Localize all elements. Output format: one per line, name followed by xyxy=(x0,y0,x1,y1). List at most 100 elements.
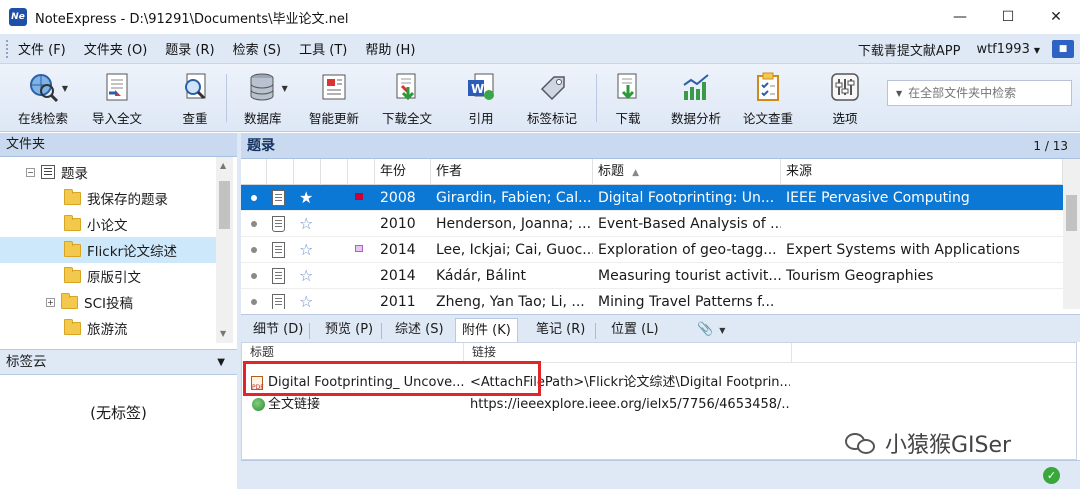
download-button[interactable]: 下载 xyxy=(611,70,645,128)
col-read-header[interactable] xyxy=(241,159,267,185)
web-link-icon xyxy=(252,398,265,411)
smart-update-label: 智能更新 xyxy=(309,111,360,126)
attach-title: 全文链接 xyxy=(268,397,321,412)
paper-check-button[interactable]: 论文查重 xyxy=(743,70,793,128)
flag-icon xyxy=(355,245,363,252)
menu-help[interactable]: 帮助 (H) xyxy=(356,39,424,58)
col-flag-header[interactable] xyxy=(348,159,375,185)
minimize-button[interactable]: — xyxy=(936,0,984,34)
tree-item-sci-submission[interactable]: + SCI投稿 xyxy=(46,289,133,315)
col-title-header[interactable]: 标题 ▲ xyxy=(593,159,781,185)
scroll-up-icon[interactable]: ▲ xyxy=(220,161,226,170)
download-fulltext-label: 下载全文 xyxy=(382,111,433,126)
tab-separator xyxy=(309,323,310,339)
menu-record[interactable]: 题录 (R) xyxy=(156,39,223,58)
expand-icon[interactable]: + xyxy=(46,297,55,307)
magnifier-doc-icon xyxy=(178,70,212,104)
tab-details[interactable]: 细节 (D) xyxy=(247,318,309,343)
tab-preview[interactable]: 预览 (P) xyxy=(319,318,379,343)
tab-notes[interactable]: 笔记 (R) xyxy=(530,318,591,343)
menu-search[interactable]: 检索 (S) xyxy=(224,39,291,58)
folder-tree-scrollbar[interactable]: ▲ ▼ xyxy=(216,157,233,343)
table-row[interactable]: ☆ 2010 Henderson, Joanna; ... Event-Base… xyxy=(241,211,1063,237)
col-author-header[interactable]: 作者 xyxy=(431,159,593,185)
options-label: 选项 xyxy=(832,111,858,126)
smart-update-button[interactable]: 智能更新 xyxy=(309,70,359,128)
star-icon[interactable]: ☆ xyxy=(299,292,313,309)
tag-icon xyxy=(535,70,569,104)
col-title-label: 标题 xyxy=(598,164,625,179)
global-search[interactable]: ▼ xyxy=(887,80,1072,106)
col-year-header[interactable]: 年份 xyxy=(375,159,431,185)
table-row[interactable]: ☆ 2014 Lee, Ickjai; Cai, Guoc... Explora… xyxy=(241,237,1063,263)
dedupe-button[interactable]: 查重 xyxy=(178,70,212,128)
star-icon[interactable]: ★ xyxy=(299,188,313,208)
table-row[interactable]: ☆ 2011 Zheng, Yan Tao; Li, ... Mining Tr… xyxy=(241,289,1063,309)
cell-year: 2010 xyxy=(380,216,416,232)
tab-review[interactable]: 综述 (S) xyxy=(389,318,450,343)
user-menu[interactable]: wtf1993 ▼ xyxy=(968,42,1048,57)
menu-tools[interactable]: 工具 (T) xyxy=(290,39,356,58)
records-scrollbar[interactable] xyxy=(1063,159,1080,309)
database-button[interactable]: ▼ 数据库 xyxy=(244,70,288,128)
tree-item-label: 小论文 xyxy=(87,218,128,234)
tree-item-flickr-review[interactable]: Flickr论文综述 xyxy=(0,237,216,263)
pin-icon[interactable]: ■ xyxy=(1052,40,1074,58)
download-fulltext-button[interactable]: 下载全文 xyxy=(382,70,432,128)
online-search-button[interactable]: ▼ 在线检索 xyxy=(18,70,68,128)
folder-icon xyxy=(64,266,81,283)
tree-item-original-citations[interactable]: 原版引文 xyxy=(64,263,141,289)
read-status-icon xyxy=(251,273,257,279)
document-icon xyxy=(272,294,285,309)
attach-col-title-header[interactable]: 标题 xyxy=(242,343,464,363)
global-search-input[interactable] xyxy=(908,86,1059,100)
scroll-thumb[interactable] xyxy=(1066,195,1077,231)
star-icon[interactable]: ☆ xyxy=(299,240,313,260)
col-star-header[interactable] xyxy=(294,159,321,185)
attach-col-link-header[interactable]: 链接 xyxy=(464,343,792,363)
tree-item-tourism-flow[interactable]: 旅游流 xyxy=(64,315,128,341)
chevron-down-icon[interactable]: ▼ xyxy=(896,89,902,98)
read-status-icon xyxy=(251,221,257,227)
read-status-icon xyxy=(251,195,257,201)
records-title: 题录 xyxy=(247,138,275,154)
col-source-header[interactable]: 来源 xyxy=(781,159,1063,185)
tree-item-saved-records[interactable]: 我保存的题录 xyxy=(64,185,168,211)
cite-label: 引用 xyxy=(468,111,494,126)
printed-doc-icon xyxy=(272,216,285,232)
folder-tree: − 题录 我保存的题录 小论文 Flickr论文综述 原版引文 + SCI投稿 … xyxy=(0,157,237,343)
scroll-down-icon[interactable]: ▼ xyxy=(220,329,226,338)
options-button[interactable]: 选项 xyxy=(828,70,862,128)
maximize-button[interactable]: ☐ xyxy=(984,0,1032,34)
cite-button[interactable]: W 引用 xyxy=(464,70,498,128)
tree-item-records[interactable]: − 题录 xyxy=(26,159,88,185)
tab-location[interactable]: 位置 (L) xyxy=(605,318,665,343)
collapse-icon[interactable]: − xyxy=(26,167,35,177)
star-icon[interactable]: ☆ xyxy=(299,266,313,286)
menu-file[interactable]: 文件 (F) xyxy=(9,39,75,58)
star-icon[interactable]: ☆ xyxy=(299,214,313,234)
tab-attachments[interactable]: 附件 (K) xyxy=(455,318,518,343)
tag-mark-button[interactable]: 标签标记 xyxy=(527,70,577,128)
table-row[interactable]: ★ 2008 Girardin, Fabien; Cal... Digital … xyxy=(241,185,1063,211)
records-pagination: 1 / 13 xyxy=(1033,139,1068,153)
menu-folder[interactable]: 文件夹 (O) xyxy=(75,39,157,58)
watermark-text: 小猿猴GISer xyxy=(885,433,1012,458)
chevron-down-icon: ▼ xyxy=(61,84,68,93)
scroll-thumb[interactable] xyxy=(219,181,230,229)
title-bar: Ne NoteExpress - D:\91291\Documents\毕业论文… xyxy=(0,0,1080,34)
import-fulltext-button[interactable]: 导入全文 xyxy=(92,70,142,128)
flag-icon xyxy=(355,193,363,200)
download-app-link[interactable]: 下载青提文献APP xyxy=(850,40,969,59)
tree-item-small-paper[interactable]: 小论文 xyxy=(64,211,128,237)
col-attach-header[interactable] xyxy=(321,159,348,185)
table-row[interactable]: ☆ 2014 Kádár, Bálint Measuring tourist a… xyxy=(241,263,1063,289)
list-item[interactable]: 全文链接 https://ieeexplore.ieee.org/ielx5/7… xyxy=(242,393,1076,417)
data-analysis-button[interactable]: 数据分析 xyxy=(671,70,721,128)
folder-icon xyxy=(61,292,78,309)
col-type-header[interactable] xyxy=(267,159,294,185)
paperclip-icon[interactable]: 📎 ▼ xyxy=(697,322,725,337)
chevron-down-icon[interactable]: ▼ xyxy=(217,350,225,375)
database-label: 数据库 xyxy=(244,111,282,126)
close-button[interactable]: ✕ xyxy=(1032,0,1080,34)
